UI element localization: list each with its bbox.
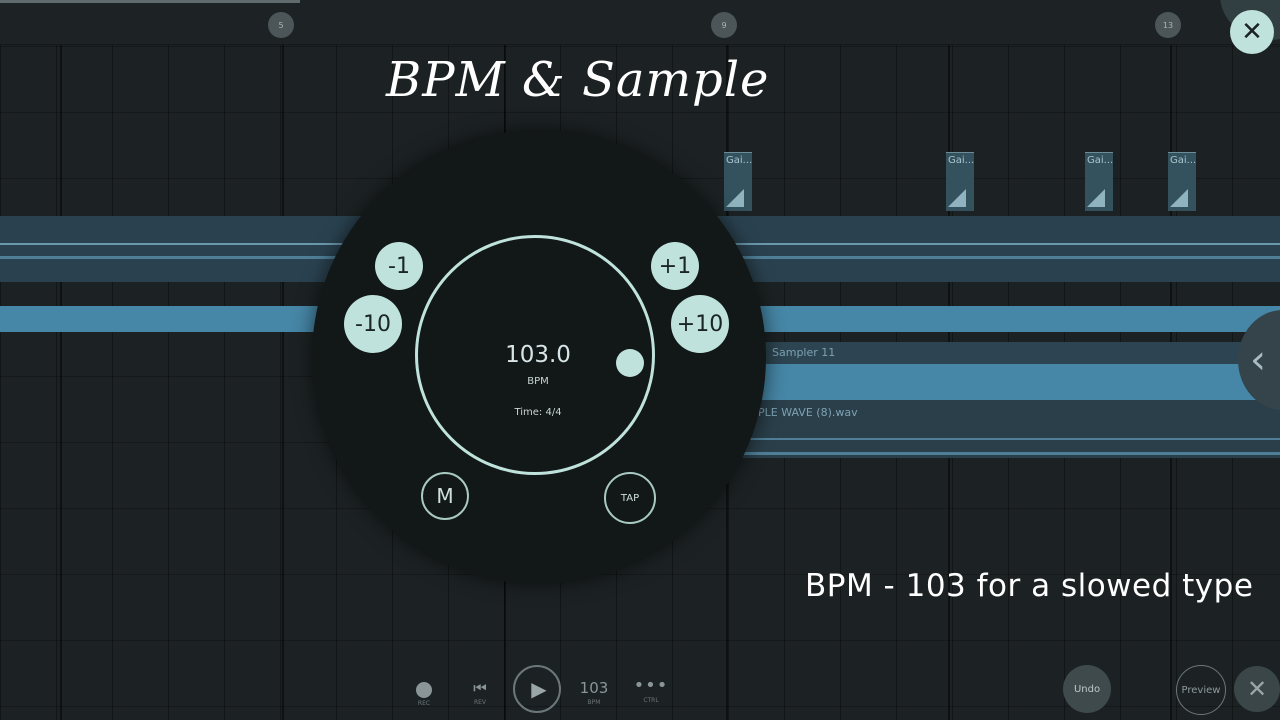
rewind-button[interactable]: ⏮ REV bbox=[468, 679, 492, 706]
timeline-ruler[interactable]: 5 9 13 bbox=[0, 0, 1280, 45]
close-icon[interactable]: ✕ bbox=[1234, 666, 1280, 712]
controls-button[interactable]: ••• CTRL bbox=[632, 675, 670, 705]
bar-marker-5[interactable]: 5 bbox=[268, 12, 294, 38]
undo-button[interactable]: Undo bbox=[1063, 665, 1111, 713]
play-button[interactable]: ▶ bbox=[513, 665, 561, 713]
more-dots-icon: ••• bbox=[633, 675, 669, 696]
tempo-value: 103 bbox=[579, 679, 609, 697]
clip-label: Gai... bbox=[1087, 155, 1114, 166]
bpm-ring-knob[interactable] bbox=[616, 349, 644, 377]
preview-button[interactable]: Preview bbox=[1176, 665, 1226, 715]
automation-ramp-icon bbox=[948, 189, 966, 207]
tempo-button[interactable]: 103 BPM bbox=[576, 679, 612, 706]
waveform bbox=[720, 452, 1280, 455]
automation-ramp-icon bbox=[726, 189, 744, 207]
bar-marker-9[interactable]: 9 bbox=[711, 12, 737, 38]
bpm-value: 103.0 bbox=[505, 342, 571, 368]
sampler-clip-lane[interactable]: Sampler 11 PLE WAVE (8).wav bbox=[720, 342, 1280, 458]
automation-clip[interactable]: Gai... bbox=[724, 152, 752, 211]
plus-one-button[interactable]: +1 bbox=[651, 242, 699, 290]
minus-one-button[interactable]: -1 bbox=[375, 242, 423, 290]
record-icon bbox=[416, 682, 432, 698]
bar-marker-13[interactable]: 13 bbox=[1155, 12, 1181, 38]
waveform bbox=[720, 438, 1280, 440]
tempo-label: BPM bbox=[587, 699, 601, 706]
automation-clip[interactable]: Gai... bbox=[946, 152, 974, 211]
skip-back-icon: ⏮ bbox=[473, 679, 487, 697]
automation-ramp-icon bbox=[1170, 189, 1188, 207]
clip-label: Gai... bbox=[726, 155, 753, 166]
song-progress bbox=[0, 0, 300, 3]
play-icon: ▶ bbox=[531, 677, 547, 701]
clip-label: Gai... bbox=[1170, 155, 1197, 166]
automation-clip[interactable]: Gai... bbox=[1168, 152, 1196, 211]
close-icon[interactable]: ✕ bbox=[1230, 10, 1274, 54]
controls-label: CTRL bbox=[643, 697, 659, 704]
rewind-label: REV bbox=[473, 699, 487, 706]
video-title: BPM & Sample bbox=[386, 52, 770, 108]
automation-clip[interactable]: Gai... bbox=[1085, 152, 1113, 211]
bpm-unit-label: BPM bbox=[527, 376, 549, 387]
record-label: REC bbox=[417, 700, 431, 707]
tap-tempo-button[interactable]: TAP bbox=[604, 472, 656, 524]
automation-ramp-icon bbox=[1087, 189, 1105, 207]
clip-label: Gai... bbox=[948, 155, 975, 166]
minus-ten-button[interactable]: -10 bbox=[344, 295, 402, 353]
video-caption: BPM - 103 for a slowed type bbox=[805, 568, 1254, 604]
plus-ten-button[interactable]: +10 bbox=[671, 295, 729, 353]
record-button[interactable]: REC bbox=[412, 682, 436, 707]
time-signature[interactable]: Time: 4/4 bbox=[472, 407, 604, 418]
metronome-button[interactable]: M bbox=[421, 472, 469, 520]
bpm-dial-panel: 103.0 BPM Time: 4/4 -1 -10 +1 +10 M TAP bbox=[312, 130, 766, 584]
sampler-clip-body bbox=[720, 364, 1280, 400]
sampler-clip-label: Sampler 11 bbox=[720, 342, 1280, 364]
